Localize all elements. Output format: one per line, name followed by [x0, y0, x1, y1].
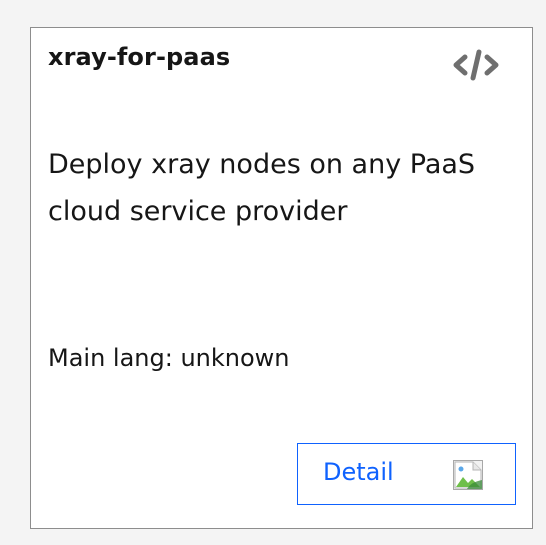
- detail-button[interactable]: Detail: [297, 443, 516, 505]
- card-description: Deploy xray nodes on any PaaS cloud serv…: [48, 149, 476, 227]
- broken-image-icon: [453, 460, 483, 490]
- card-title: xray-for-paas: [48, 43, 231, 71]
- code-icon: [453, 49, 499, 81]
- repo-card: xray-for-paas Deploy xray nodes on any P…: [30, 27, 533, 529]
- detail-button-label: Detail: [323, 458, 394, 486]
- main-lang-text: Main lang: unknown: [48, 344, 290, 372]
